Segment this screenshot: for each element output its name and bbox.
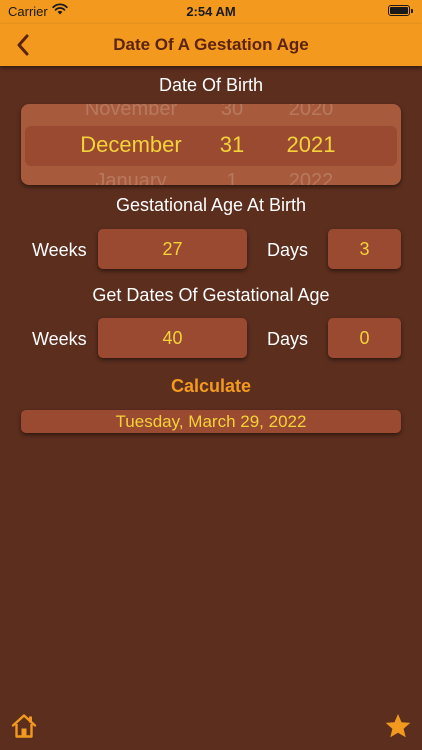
picker-month-prev[interactable]: November [61, 104, 201, 121]
picker-month-selected[interactable]: December [61, 132, 201, 158]
picker-day-prev[interactable]: 30 [207, 104, 257, 121]
date-picker[interactable]: November 30 2020 December 31 2021 Januar… [21, 104, 401, 185]
picker-day-selected[interactable]: 31 [207, 132, 257, 158]
battery-icon [388, 5, 413, 16]
birth-weeks-field[interactable]: 27 [98, 229, 247, 269]
gestational-age-at-birth-label: Gestational Age At Birth [115, 195, 307, 215]
home-icon [11, 714, 37, 738]
birth-weeks-label: Weeks [32, 240, 87, 260]
picker-day-next[interactable]: 1 [207, 170, 257, 185]
picker-year-selected[interactable]: 2021 [271, 132, 351, 158]
picker-year-prev[interactable]: 2020 [271, 104, 351, 121]
target-days-field[interactable]: 0 [328, 318, 401, 358]
page-title: Date Of A Gestation Age [113, 35, 309, 54]
status-time: 2:54 AM [186, 4, 236, 19]
result-date: Tuesday, March 29, 2022 [21, 410, 401, 433]
picker-month-next[interactable]: January [61, 170, 201, 185]
picker-year-next[interactable]: 2022 [271, 170, 351, 185]
birth-days-field[interactable]: 3 [328, 229, 401, 269]
nav-bar: Date Of A Gestation Age [0, 24, 422, 66]
favorites-button[interactable] [384, 712, 412, 740]
target-weeks-field[interactable]: 40 [98, 318, 247, 358]
status-bar: Carrier 2:54 AM [0, 0, 422, 24]
home-button[interactable] [10, 712, 38, 740]
target-weeks-label: Weeks [32, 329, 87, 349]
star-icon [385, 714, 411, 738]
calculate-button[interactable]: Calculate [0, 376, 422, 397]
date-of-birth-label: Date Of Birth [158, 75, 264, 95]
target-days-label: Days [267, 329, 309, 349]
target-gestational-age-label: Get Dates Of Gestational Age [92, 285, 330, 305]
birth-days-label: Days [267, 240, 309, 260]
